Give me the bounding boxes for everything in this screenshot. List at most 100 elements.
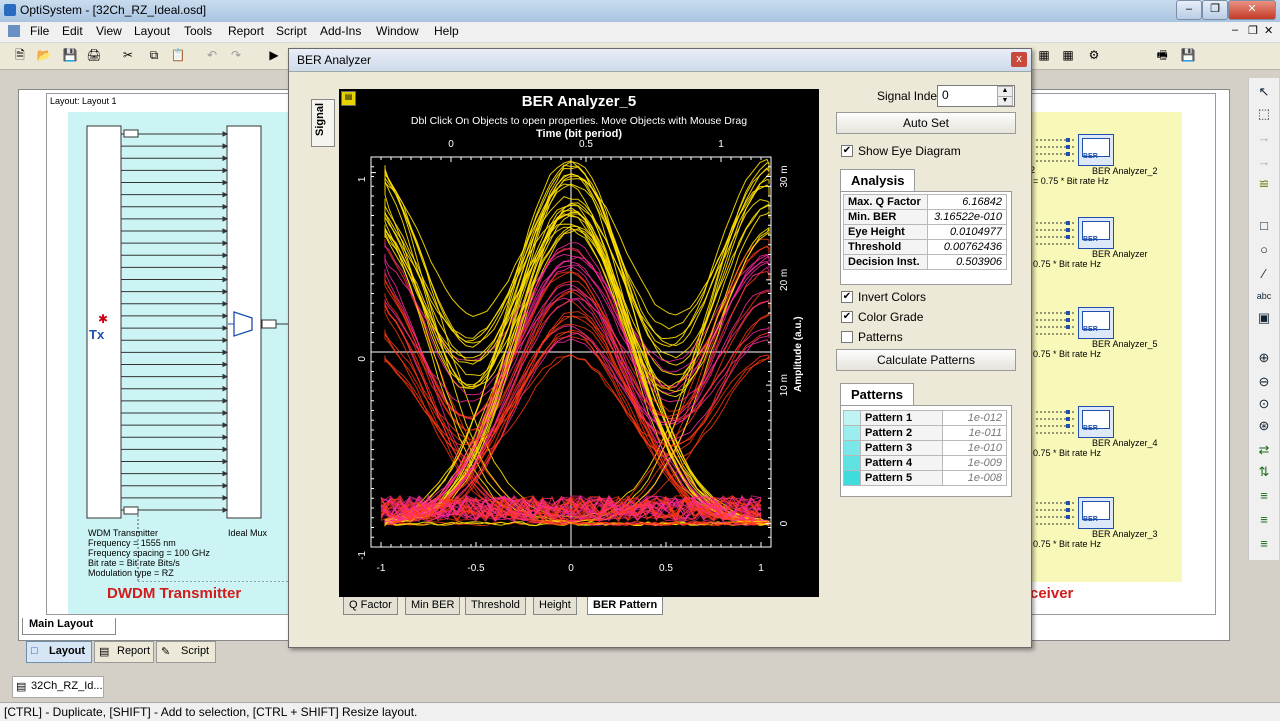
- tab-script[interactable]: ✎ Script: [156, 641, 216, 663]
- channel-arrow: [222, 349, 229, 356]
- cut-icon[interactable]: ✂: [120, 47, 136, 63]
- patterns-table: Pattern 1 1e-012 Pattern 2 1e-011 Pattern …: [843, 410, 1007, 486]
- settings-icon[interactable]: ⚙: [1086, 47, 1102, 63]
- tab-layout[interactable]: □ Layout: [26, 641, 92, 663]
- menu-edit[interactable]: Edit: [62, 24, 83, 38]
- tab-q-factor[interactable]: Q Factor: [343, 597, 398, 615]
- run-icon[interactable]: ▶: [266, 47, 282, 63]
- ber-analyzer-component[interactable]: BER BER Analyzer_5 0.75 * Bit rate Hz: [1030, 307, 1180, 359]
- zoom-select-icon[interactable]: ⊛: [1256, 418, 1272, 434]
- menu-file[interactable]: File: [30, 24, 49, 38]
- save-all-icon[interactable]: 💾: [1180, 47, 1196, 63]
- restore-button[interactable]: ❐: [1202, 0, 1228, 20]
- show-eye-checkbox[interactable]: ✔: [841, 145, 853, 157]
- select-area-icon[interactable]: ⬚: [1256, 106, 1272, 122]
- link-icon[interactable]: →: [1256, 154, 1272, 170]
- tab-ber-pattern[interactable]: BER Pattern: [587, 597, 664, 615]
- patterns-checkbox[interactable]: [841, 331, 853, 343]
- zoom-out-icon[interactable]: ⊖: [1256, 374, 1272, 390]
- menu-script[interactable]: Script: [276, 24, 307, 38]
- graph-hint: Dbl Click On Objects to open properties.…: [410, 115, 748, 127]
- menu-window[interactable]: Window: [376, 24, 419, 38]
- tab-threshold[interactable]: Threshold: [465, 597, 526, 615]
- left-tick-label: 1: [357, 176, 368, 182]
- menu-tools[interactable]: Tools: [184, 24, 212, 38]
- channel-arrow: [222, 240, 229, 246]
- open-folder-icon[interactable]: 📂: [36, 47, 52, 63]
- paste-icon[interactable]: 📋: [170, 47, 186, 63]
- menu-report[interactable]: Report: [228, 24, 264, 38]
- line-icon[interactable]: ∕: [1256, 266, 1272, 282]
- transmitter-schematic: [86, 125, 290, 582]
- channel-arrow: [222, 167, 229, 174]
- undo-icon[interactable]: ↶: [204, 47, 220, 63]
- component-icon[interactable]: ▦: [1036, 47, 1052, 63]
- print-icon[interactable]: 🖨: [86, 47, 102, 63]
- table-row: Pattern 2 1e-011: [843, 425, 1007, 441]
- ber-analyzer-component[interactable]: BER BER Analyzer_4 0.75 * Bit rate Hz: [1030, 406, 1180, 458]
- menu-help[interactable]: Help: [434, 24, 459, 38]
- caption-line: Bit rate = Bit rate Bits/s: [88, 558, 180, 568]
- analyzer-input-lines: [1036, 410, 1076, 434]
- channel-arrow: [222, 228, 229, 234]
- close-window-button[interactable]: ✕: [1228, 0, 1276, 20]
- analysis-value: 0.503906: [926, 254, 1008, 270]
- ber-analyzer-component[interactable]: BER 2 BER Analyzer_2 = 0.75 * Bit rate Hz: [1030, 134, 1180, 186]
- patterns-label: Patterns: [858, 330, 903, 344]
- bottom-tick-label: -0.5: [467, 563, 485, 574]
- tab-main-layout[interactable]: Main Layout: [22, 618, 116, 635]
- tab-height[interactable]: Height: [533, 597, 577, 615]
- snap-icon[interactable]: ≡: [1256, 488, 1272, 504]
- channel-arrow: [222, 422, 229, 428]
- text-icon[interactable]: abc: [1256, 288, 1272, 304]
- menu-layout[interactable]: Layout: [134, 24, 170, 38]
- analysis-value: 3.16522e-010: [926, 209, 1008, 225]
- connect-icon[interactable]: →: [1256, 130, 1272, 146]
- mdi-restore-icon[interactable]: ❐: [1248, 24, 1258, 37]
- dialog-titlebar[interactable]: BER Analyzer x: [289, 49, 1031, 72]
- dialog-close-button[interactable]: x: [1011, 52, 1027, 67]
- redo-icon[interactable]: ↷: [228, 47, 244, 63]
- order-icon[interactable]: ≡: [1256, 512, 1272, 528]
- zoom-in-icon[interactable]: ⊕: [1256, 350, 1272, 366]
- minimize-button[interactable]: –: [1176, 0, 1202, 20]
- analysis-value: 0.0104977: [926, 224, 1008, 240]
- image-icon[interactable]: ▣: [1256, 310, 1272, 326]
- ber-analyzer-component[interactable]: BER BER Analyzer_3 0.75 * Bit rate Hz: [1030, 497, 1180, 549]
- ber-analyzer-component[interactable]: BER BER Analyzer 0.75 * Bit rate Hz: [1030, 217, 1180, 269]
- report-icon[interactable]: 🖷: [1154, 47, 1170, 63]
- channel-arrow: [222, 288, 229, 295]
- zoom-fit-icon[interactable]: ⊙: [1256, 396, 1272, 412]
- color-grade-checkbox[interactable]: ✔: [841, 311, 853, 323]
- new-file-icon[interactable]: 🗎: [12, 47, 28, 63]
- rectangle-icon[interactable]: □: [1256, 218, 1272, 234]
- save-icon[interactable]: 💾: [62, 47, 78, 63]
- document-tab[interactable]: ▤ 32Ch_RZ_Id...: [12, 676, 104, 698]
- mdi-minimize-icon[interactable]: –: [1232, 24, 1238, 36]
- signal-index-spinner[interactable]: 0 ▲ ▼: [937, 85, 1015, 107]
- mdi-close-icon[interactable]: ✕: [1264, 24, 1273, 37]
- tab-signal[interactable]: Signal: [311, 99, 335, 147]
- align-icon[interactable]: ⇄: [1256, 442, 1272, 458]
- menu-view[interactable]: View: [96, 24, 122, 38]
- document-icon: [8, 25, 20, 37]
- copy-icon[interactable]: ⧉: [146, 47, 162, 63]
- tab-min-ber[interactable]: Min BER: [405, 597, 461, 615]
- analyzer-name: BER Analyzer_3: [1092, 529, 1158, 539]
- auto-set-button[interactable]: Auto Set: [836, 112, 1016, 134]
- grid-icon[interactable]: ▦: [1060, 47, 1076, 63]
- tab-report[interactable]: ▤ Report: [94, 641, 154, 663]
- pointer-icon[interactable]: ↖: [1256, 84, 1272, 100]
- group-icon[interactable]: ≡: [1256, 536, 1272, 552]
- spin-down-icon[interactable]: ▼: [997, 96, 1013, 106]
- invert-colors-checkbox[interactable]: ✔: [841, 291, 853, 303]
- distribute-icon[interactable]: ⇅: [1256, 464, 1272, 480]
- eye-diagram-graph[interactable]: ▤ 0 0.5 1 -1 -0.5 0 0.5 1 1 0 -1 30 m 20 m 10 m0 BER …: [339, 89, 819, 597]
- receiver-title: ceiver: [1030, 585, 1074, 602]
- ellipse-icon[interactable]: ○: [1256, 242, 1272, 258]
- menu-add-ins[interactable]: Add-Ins: [320, 24, 361, 38]
- channel-arrow: [222, 325, 229, 331]
- eye-trace: [384, 183, 770, 524]
- calculate-patterns-button[interactable]: Calculate Patterns: [836, 349, 1016, 371]
- bus-icon[interactable]: ≌: [1256, 176, 1272, 192]
